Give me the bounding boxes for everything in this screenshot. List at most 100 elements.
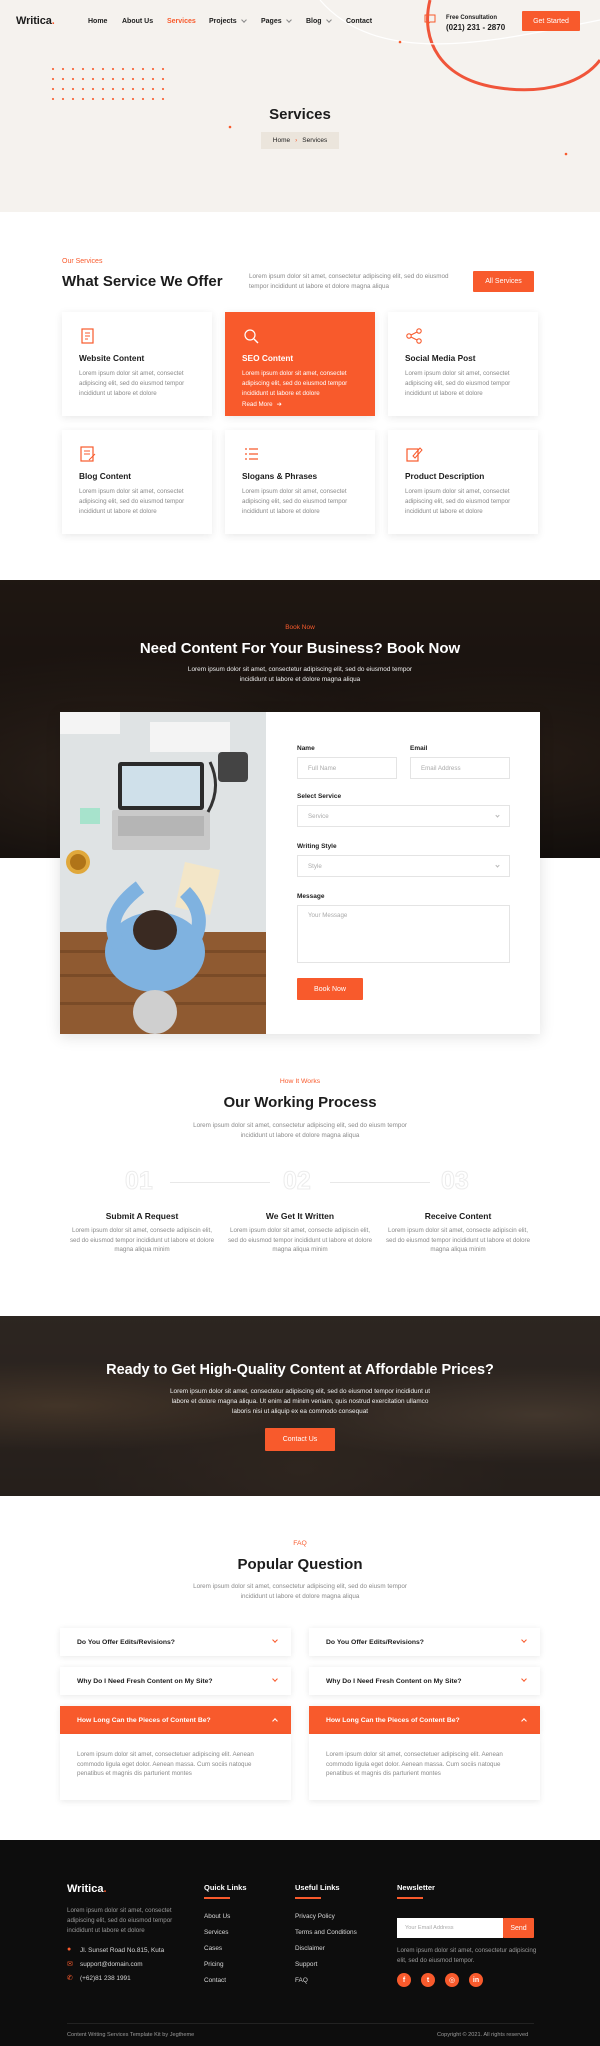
service-card-title: Product Description	[405, 471, 485, 481]
faq-question[interactable]: Do You Offer Edits/Revisions?	[60, 1628, 291, 1656]
faq-title: Popular Question	[237, 1556, 363, 1573]
quick-link[interactable]: Contact	[204, 1977, 226, 1984]
edit-icon	[406, 447, 423, 462]
chevron-down-icon	[495, 813, 500, 818]
footer-logo[interactable]: Writica.	[67, 1883, 107, 1895]
chevron-down-icon	[285, 17, 292, 23]
service-card-title: SEO Content	[242, 353, 294, 363]
email-input[interactable]: Email Address	[410, 757, 510, 779]
chevron-down-icon	[272, 1676, 278, 1682]
chevron-down-icon	[521, 1676, 527, 1682]
style-select[interactable]: Style	[297, 855, 510, 877]
service-card-desc: Lorem ipsum dolor sit amet, consectet ad…	[405, 488, 511, 515]
nav-item-contact[interactable]: Contact	[346, 18, 372, 25]
service-card-title: Website Content	[79, 353, 145, 363]
newsletter-email-input[interactable]: Your Email Address	[397, 1918, 503, 1938]
service-select[interactable]: Service	[297, 805, 510, 827]
service-card[interactable]: Blog Content Lorem ipsum dolor sit amet, …	[62, 430, 212, 534]
nav-item-projects[interactable]: Projects	[209, 17, 247, 25]
location-pin-icon: ●	[67, 1946, 72, 1953]
phone-icon: ✆	[67, 1975, 73, 1982]
step-desc: Lorem ipsum dolor sit amet, consecte adi…	[227, 1227, 373, 1254]
contact-us-button[interactable]: Contact Us	[265, 1428, 335, 1451]
name-input[interactable]: Full Name	[297, 757, 397, 779]
booking-eyebrow: Book Now	[285, 624, 315, 631]
service-card[interactable]: Social Media Post Lorem ipsum dolor sit a…	[388, 312, 538, 416]
heading-underline	[397, 1897, 423, 1899]
mail-icon: ✉	[67, 1961, 73, 1968]
useful-link[interactable]: Disclaimer	[295, 1945, 325, 1952]
cta-title: Ready to Get High-Quality Content at Aff…	[106, 1362, 494, 1378]
service-card[interactable]: Website Content Lorem ipsum dolor sit ame…	[62, 312, 212, 416]
useful-link[interactable]: Privacy Policy	[295, 1913, 335, 1920]
consult-phone[interactable]: (021) 231 - 2870	[446, 23, 505, 32]
nav-item-label: Contact	[346, 18, 373, 25]
style-select-value: Style	[308, 862, 322, 870]
workspace-photo	[60, 712, 266, 1034]
useful-link[interactable]: FAQ	[295, 1977, 308, 1984]
faq-question[interactable]: Why Do I Need Fresh Content on My Site?	[309, 1667, 540, 1695]
service-card[interactable]: Slogans & Phrases Lorem ipsum dolor sit a…	[225, 430, 375, 534]
service-select-value: Service	[308, 812, 329, 820]
footer-phone[interactable]: (+62)81 238 1991	[80, 1975, 131, 1982]
faq-question-label: How Long Can the Pieces of Content Be?	[77, 1716, 211, 1724]
faq-question-label: Do You Offer Edits/Revisions?	[77, 1638, 175, 1646]
service-card-title: Blog Content	[79, 471, 132, 481]
step-title: Receive Content	[424, 1211, 492, 1221]
booking-form-card: Name Full Name Email Email Address Selec…	[60, 712, 540, 1034]
nav-item-about-us[interactable]: About Us	[122, 18, 153, 25]
chevron-up-icon	[272, 1718, 278, 1724]
newsletter-send-button[interactable]: Send	[503, 1918, 534, 1938]
services-title: What Service We Offer	[62, 273, 223, 290]
site-logo[interactable]: Writica.	[16, 15, 55, 27]
quick-link[interactable]: Cases	[204, 1945, 222, 1952]
get-started-button[interactable]: Get Started	[522, 11, 580, 31]
step-number: 02	[283, 1167, 312, 1196]
service-card[interactable]: SEO Content Lorem ipsum dolor sit amet, c…	[225, 312, 375, 416]
book-now-button[interactable]: Book Now	[297, 978, 363, 1000]
linkedin-icon[interactable]: in	[469, 1973, 483, 1987]
chat-icon	[424, 14, 436, 27]
twitter-icon[interactable]: t	[421, 1973, 435, 1987]
cta-desc-line: laboris nisi ut aliquip ex ea commodo co…	[231, 1408, 369, 1415]
read-more-label: Read More	[242, 401, 273, 408]
all-services-button[interactable]: All Services	[473, 271, 534, 292]
read-more-link[interactable]: Read More ➔	[242, 401, 282, 408]
facebook-icon[interactable]: f	[397, 1973, 411, 1987]
quick-link[interactable]: Pricing	[204, 1961, 224, 1968]
faq-question[interactable]: How Long Can the Pieces of Content Be?	[60, 1706, 291, 1734]
breadcrumb-home[interactable]: Home	[273, 137, 290, 144]
nav-item-home[interactable]: Home	[88, 18, 107, 25]
nav-item-blog[interactable]: Blog	[306, 17, 332, 25]
instagram-icon[interactable]: ◎	[445, 1973, 459, 1987]
nav-item-label: Home	[88, 18, 108, 25]
nav-item-pages[interactable]: Pages	[261, 17, 292, 25]
process-connector	[170, 1182, 270, 1183]
service-card[interactable]: Product Description Lorem ipsum dolor sit…	[388, 430, 538, 534]
services-eyebrow: Our Services	[62, 258, 103, 265]
faq-question[interactable]: Do You Offer Edits/Revisions?	[309, 1628, 540, 1656]
useful-link[interactable]: Support	[295, 1961, 317, 1968]
style-label: Writing Style	[297, 843, 337, 850]
faq-question[interactable]: How Long Can the Pieces of Content Be?	[309, 1706, 540, 1734]
heading-underline	[295, 1897, 321, 1899]
arrow-right-icon: ➔	[276, 401, 282, 408]
faq-eyebrow: FAQ	[293, 1540, 307, 1547]
message-textarea[interactable]: Your Message	[297, 905, 510, 963]
useful-link[interactable]: Terms and Conditions	[295, 1929, 357, 1936]
decorative-dot-grid	[48, 64, 166, 100]
newsletter-desc: Lorem ipsum dolor sit amet, consectetur …	[397, 1947, 537, 1964]
name-label: Name	[297, 745, 315, 752]
footer-email[interactable]: support@domain.com	[80, 1961, 143, 1968]
faq-question-label: How Long Can the Pieces of Content Be?	[326, 1716, 460, 1724]
faq-answer: Lorem ipsum dolor sit amet, consectetuer…	[60, 1734, 291, 1800]
faq-question[interactable]: Why Do I Need Fresh Content on My Site?	[60, 1667, 291, 1695]
quick-link[interactable]: Services	[204, 1929, 229, 1936]
chevron-down-icon	[495, 863, 500, 868]
cta-desc: Lorem ipsum dolor sit amet, consectetur …	[0, 1387, 600, 1417]
faq-desc: Lorem ipsum dolor sit amet, consectetur …	[193, 1583, 407, 1600]
hero-section: Writica. Home About Us Services Projects Pag…	[0, 0, 600, 212]
nav-item-services[interactable]: Services	[167, 18, 196, 25]
step-desc: Lorem ipsum dolor sit amet, consecte adi…	[69, 1227, 215, 1254]
quick-link[interactable]: About Us	[204, 1913, 230, 1920]
